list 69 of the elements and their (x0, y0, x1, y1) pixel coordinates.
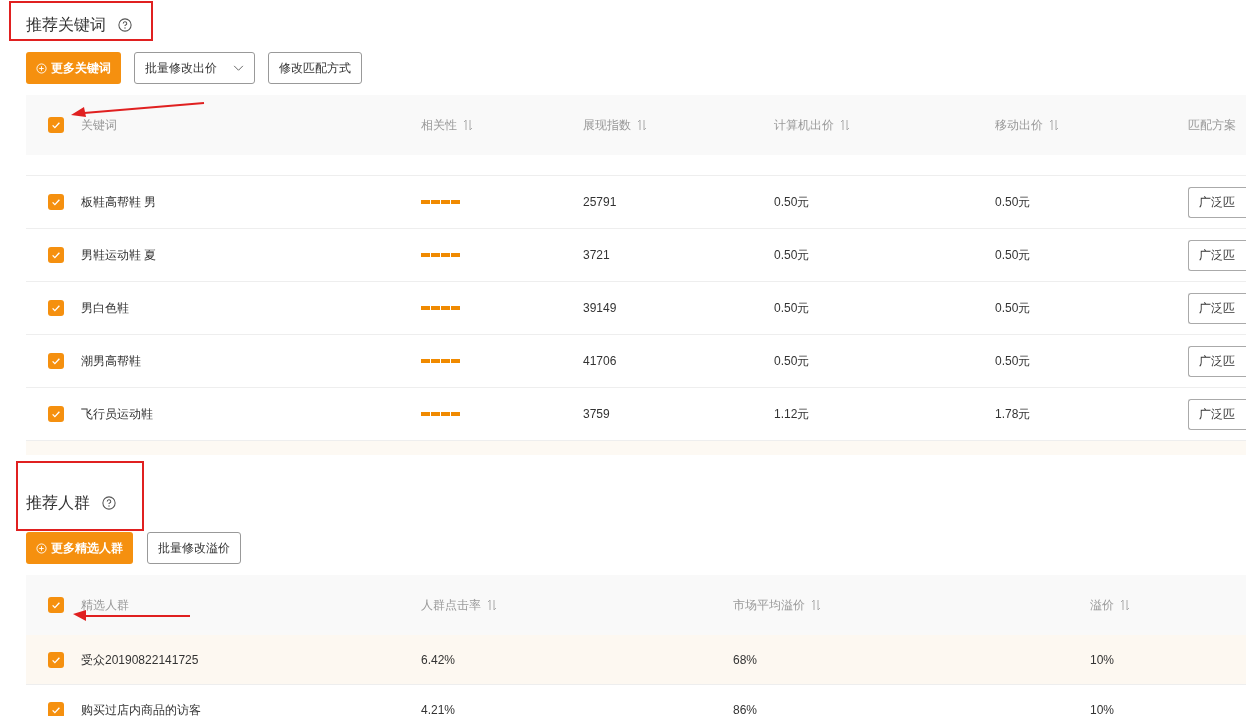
checkbox[interactable] (48, 406, 64, 422)
column-header: 移动出价 (995, 117, 1043, 133)
keyword-text: 男鞋运动鞋 夏 (81, 247, 158, 263)
keyword-text: 潮男高帮鞋 (81, 353, 142, 369)
column-header: 匹配方案 (1188, 117, 1236, 133)
plus-circle-icon (36, 62, 47, 74)
pc-bid: 0.50元 (774, 300, 811, 316)
match-type-button[interactable]: 广泛匹 (1188, 345, 1246, 377)
keyword-text: 男白色鞋 (81, 300, 130, 316)
column-header: 展现指数 (583, 117, 631, 133)
table-cell-text: 受众20190822141725 (81, 651, 200, 668)
impression-index: 3759 (583, 406, 611, 422)
help-icon[interactable] (118, 18, 132, 32)
checkbox[interactable] (48, 597, 64, 613)
mobile-bid: 0.50元 (995, 300, 1032, 316)
column-header: 计算机出价 (774, 117, 834, 133)
section-title: 推荐人群 (26, 493, 90, 513)
help-icon[interactable] (102, 496, 116, 510)
impression-index: 25791 (583, 194, 618, 210)
checkbox[interactable] (48, 117, 64, 133)
table-cell-text: 6.42% (421, 651, 457, 668)
sort-icon[interactable] (463, 119, 473, 131)
checkbox[interactable] (48, 247, 64, 263)
mobile-bid: 1.78元 (995, 406, 1032, 422)
column-header: 关键词 (81, 117, 117, 133)
keyword-text: 板鞋高帮鞋 男 (81, 194, 158, 210)
column-header: 人群点击率 (421, 597, 481, 613)
pc-bid: 1.12元 (774, 406, 811, 422)
impression-index: 39149 (583, 300, 618, 316)
impression-index: 3721 (583, 247, 611, 263)
match-type-button[interactable]: 广泛匹 (1188, 186, 1246, 218)
sort-icon[interactable] (1049, 119, 1059, 131)
checkbox[interactable] (48, 701, 64, 716)
checkbox[interactable] (48, 651, 64, 668)
pc-bid: 0.50元 (774, 353, 811, 369)
checkbox[interactable] (48, 194, 64, 210)
table-cell-text: 86% (733, 701, 759, 716)
match-type-button[interactable]: 广泛匹 (1188, 398, 1246, 430)
match-type-button[interactable]: 广泛匹 (1188, 239, 1246, 271)
sort-icon[interactable] (487, 599, 497, 611)
sort-icon[interactable] (637, 119, 647, 131)
plus-circle-icon (36, 542, 47, 554)
action-button[interactable]: 修改匹配方式 (268, 52, 362, 84)
sort-icon[interactable] (1120, 599, 1130, 611)
match-type-button[interactable]: 广泛匹 (1188, 292, 1246, 324)
mobile-bid: 0.50元 (995, 247, 1032, 263)
table-cell-text: 10% (1090, 651, 1116, 668)
section-title: 推荐关键词 (26, 15, 106, 35)
action-button[interactable]: 批量修改溢价 (147, 532, 241, 564)
column-header: 精选人群 (81, 597, 129, 613)
sort-icon[interactable] (811, 599, 821, 611)
table-cell-text: 购买过店内商品的访客 (81, 701, 202, 716)
column-header: 相关性 (421, 117, 457, 133)
checkbox[interactable] (48, 300, 64, 316)
mobile-bid: 0.50元 (995, 194, 1032, 210)
impression-index: 41706 (583, 353, 618, 369)
keyword-text: 飞行员运动鞋 (81, 406, 154, 422)
table-cell-text: 68% (733, 651, 759, 668)
caret-icon (233, 64, 244, 72)
sort-icon[interactable] (840, 119, 850, 131)
checkbox[interactable] (48, 353, 64, 369)
pc-bid: 0.50元 (774, 247, 811, 263)
table-cell-text: 10% (1090, 701, 1116, 716)
column-header: 溢价 (1090, 597, 1114, 613)
table-cell-text: 4.21% (421, 701, 457, 716)
dropdown-button[interactable]: 批量修改出价 (134, 52, 255, 84)
mobile-bid: 0.50元 (995, 353, 1032, 369)
column-header: 市场平均溢价 (733, 597, 805, 613)
pc-bid: 0.50元 (774, 194, 811, 210)
